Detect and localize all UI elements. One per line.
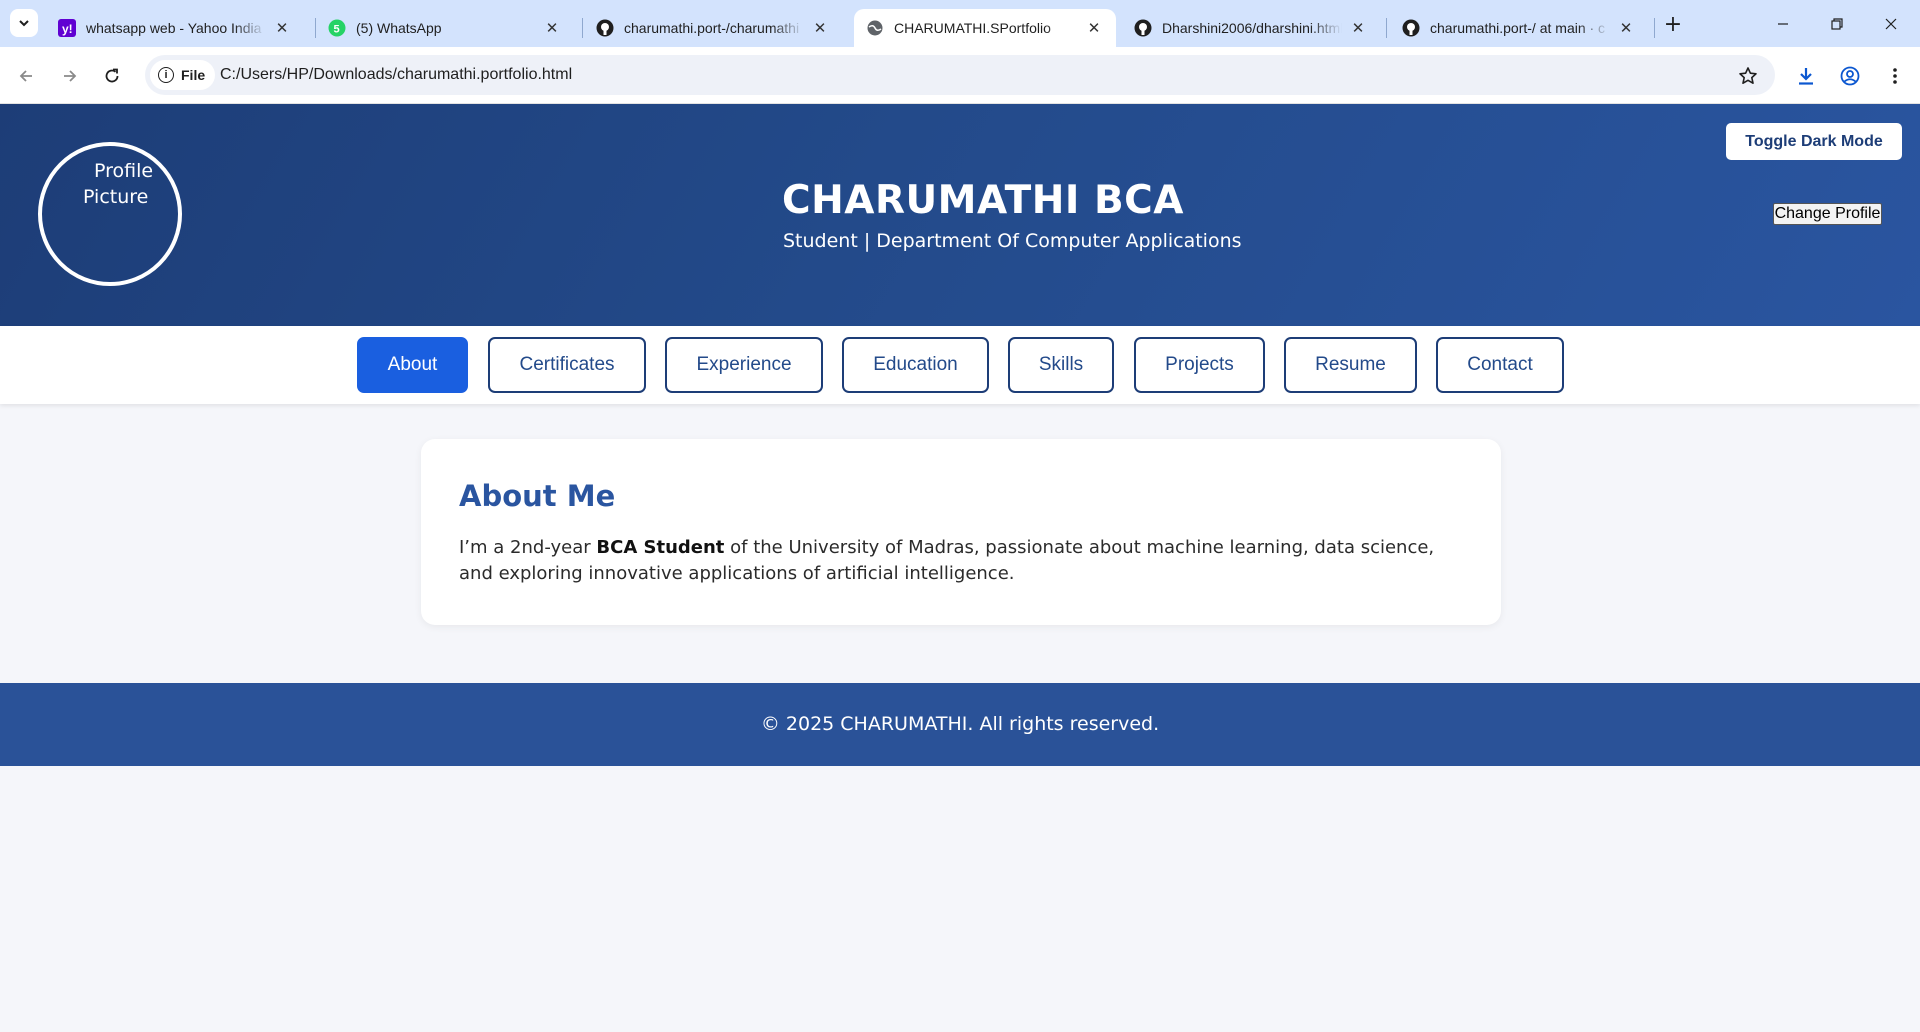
page-title: CHARUMATHI BCA [782, 178, 1184, 223]
nav-experience[interactable]: Experience [665, 337, 823, 393]
info-icon: i [158, 67, 174, 83]
about-text-highlight: BCA Student [596, 537, 725, 558]
whatsapp-icon: 5 [328, 19, 346, 37]
minimize-icon [1778, 22, 1788, 25]
new-tab-button[interactable]: + [1660, 11, 1686, 37]
close-tab-icon[interactable]: ✕ [542, 18, 562, 38]
tab-whatsapp[interactable]: 5 (5) WhatsApp ✕ [316, 9, 574, 47]
section-nav: About Certificates Experience Education … [0, 326, 1920, 404]
tab-yahoo[interactable]: y! whatsapp web - Yahoo India ✕ [46, 9, 304, 47]
tab-github-main[interactable]: charumathi.port-/ at main · c ✕ [1390, 9, 1648, 47]
forward-button[interactable] [55, 61, 85, 91]
section-title: About Me [459, 479, 616, 513]
nav-resume[interactable]: Resume [1284, 337, 1417, 393]
tab-title: (5) WhatsApp [356, 20, 442, 36]
close-tab-icon[interactable]: ✕ [1348, 18, 1368, 38]
close-tab-icon[interactable]: ✕ [1616, 18, 1636, 38]
tab-title: CHARUMATHI.SPortfolio [894, 20, 1051, 36]
account-icon [1840, 66, 1860, 86]
restore-icon [1831, 17, 1843, 30]
address-bar[interactable]: i File C:/Users/HP/Downloads/charumathi.… [145, 55, 1775, 95]
about-text-intro: I’m a 2nd-year [459, 537, 597, 558]
copyright-text: © 2025 CHARUMATHI. All rights reserved. [760, 713, 1160, 735]
download-icon [1799, 68, 1813, 85]
plus-icon: + [1663, 11, 1683, 37]
profile-picture-alt-line2: Picture [83, 186, 149, 208]
star-icon [1739, 67, 1757, 84]
nav-education[interactable]: Education [842, 337, 989, 393]
tab-separator [1386, 18, 1387, 38]
browser-menu-button[interactable] [1880, 61, 1910, 91]
profile-header: Profile Picture CHARUMATHI BCA Student |… [0, 104, 1920, 326]
tab-github-dharshini[interactable]: Dharshini2006/dharshini.html ✕ [1122, 9, 1380, 47]
github-icon [596, 19, 614, 37]
tab-separator [582, 18, 583, 38]
tab-title: charumathi.port-/charumathi [624, 20, 800, 36]
tab-separator [1654, 18, 1655, 38]
downloads-button[interactable] [1791, 61, 1821, 91]
arrow-left-icon [19, 70, 32, 82]
close-tab-icon[interactable]: ✕ [810, 18, 830, 38]
restore-button[interactable] [1810, 0, 1864, 47]
page-subtitle: Student | Department Of Computer Applica… [783, 230, 1242, 252]
svg-text:y!: y! [62, 22, 73, 36]
bookmark-star-button[interactable] [1733, 61, 1763, 91]
portfolio-page: Profile Picture CHARUMATHI BCA Student |… [0, 104, 1920, 1032]
close-window-button[interactable] [1864, 0, 1918, 47]
tab-portfolio-active[interactable]: CHARUMATHI.SPortfolio ✕ [854, 9, 1116, 47]
back-button[interactable] [11, 61, 41, 91]
site-info-chip[interactable]: i File [150, 60, 216, 90]
about-section: About Me I’m a 2nd-year BCA Student of t… [421, 439, 1501, 625]
close-icon [1885, 18, 1897, 29]
page-footer: © 2025 CHARUMATHI. All rights reserved. [0, 683, 1920, 766]
profile-picture: Profile Picture [38, 142, 182, 286]
change-profile-button[interactable]: Change Profile [1773, 203, 1882, 225]
tab-title: Dharshini2006/dharshini.html [1162, 20, 1342, 36]
browser-tab-strip: y! whatsapp web - Yahoo India ✕ 5 (5) Wh… [0, 0, 1920, 47]
github-icon [1402, 19, 1420, 37]
about-text: I’m a 2nd-year BCA Student of the Univer… [459, 535, 1469, 587]
profile-picture-alt-line1: Profile [94, 160, 154, 182]
reload-button[interactable] [97, 61, 127, 91]
minimize-button[interactable] [1756, 0, 1810, 47]
tab-github-charumathi[interactable]: charumathi.port-/charumathi ✕ [584, 9, 842, 47]
github-icon [1134, 19, 1152, 37]
tab-search-button[interactable] [10, 9, 38, 37]
close-tab-icon[interactable]: ✕ [272, 18, 292, 38]
globe-icon [866, 19, 884, 37]
nav-certificates[interactable]: Certificates [488, 337, 646, 393]
yahoo-icon: y! [58, 19, 76, 37]
tab-title: charumathi.port-/ at main · c [1430, 20, 1606, 36]
profile-button[interactable] [1835, 61, 1865, 91]
browser-toolbar: i File C:/Users/HP/Downloads/charumathi.… [0, 47, 1920, 104]
nav-contact[interactable]: Contact [1436, 337, 1564, 393]
chevron-down-icon [19, 20, 29, 27]
url-text[interactable]: C:/Users/HP/Downloads/charumathi.portfol… [220, 55, 572, 95]
more-vertical-icon [1893, 68, 1897, 84]
nav-skills[interactable]: Skills [1008, 337, 1114, 393]
nav-about[interactable]: About [357, 337, 468, 393]
whatsapp-badge: 5 [334, 24, 340, 36]
nav-projects[interactable]: Projects [1134, 337, 1265, 393]
tab-title: whatsapp web - Yahoo India [86, 20, 262, 36]
close-tab-icon[interactable]: ✕ [1084, 18, 1104, 38]
reload-icon [105, 68, 119, 83]
arrow-right-icon [64, 70, 77, 82]
site-info-label: File [181, 67, 206, 83]
toggle-dark-mode-button[interactable]: Toggle Dark Mode [1726, 123, 1902, 160]
